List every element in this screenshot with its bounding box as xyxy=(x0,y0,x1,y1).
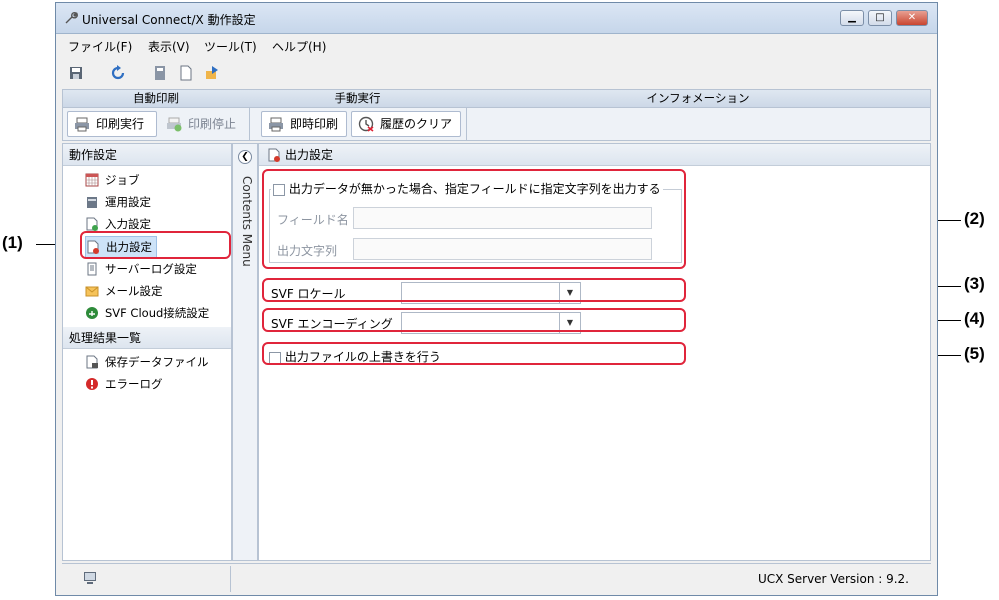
title-bar: Universal Connect/X 動作設定 ▁ □ ✕ xyxy=(56,3,937,34)
sidebar-item-label: 保存データファイル xyxy=(105,355,209,369)
sidebar-section-results[interactable]: 処理結果一覧 xyxy=(63,327,231,349)
document-input-icon xyxy=(86,217,98,231)
sidebar-item-label: メール設定 xyxy=(105,284,163,298)
printer-stop-icon xyxy=(167,117,182,132)
content-title: 出力設定 xyxy=(285,148,334,162)
collapse-icon[interactable]: ❮ xyxy=(238,150,252,164)
print-run-label: 印刷実行 xyxy=(96,117,145,131)
highlight-box-1 xyxy=(80,231,231,259)
sidebar-item-label: 入力設定 xyxy=(105,217,151,231)
sidebar-item-label: エラーログ xyxy=(105,377,163,391)
clear-history-button[interactable]: 履歴のクリア xyxy=(351,111,461,137)
maximize-button[interactable]: □ xyxy=(868,10,892,26)
print-stop-button[interactable]: 印刷停止 xyxy=(159,111,245,137)
mail-icon xyxy=(85,286,99,297)
server-version-text: UCX Server Version : 9.2. xyxy=(757,572,909,586)
highlight-box-4 xyxy=(262,308,686,332)
sidebar-item-svf-cloud[interactable]: SVF Cloud接続設定 xyxy=(85,303,209,323)
document-output-icon xyxy=(268,148,280,162)
contents-menu-strip[interactable]: ❮ Contents Menu xyxy=(232,143,258,561)
sidebar-section-settings[interactable]: 動作設定 xyxy=(63,144,231,166)
error-icon xyxy=(86,378,98,390)
refresh-icon[interactable] xyxy=(110,65,126,81)
ribbon-group-manual: 手動実行 即時印刷 履歴のクリア xyxy=(249,90,467,140)
callout-2: (2) xyxy=(964,209,985,228)
clear-history-label: 履歴のクリア xyxy=(380,117,453,131)
printer-icon xyxy=(75,117,89,132)
close-button[interactable]: ✕ xyxy=(896,10,928,26)
calculator-icon[interactable] xyxy=(152,65,168,81)
ribbon: 自動印刷 印刷実行 印刷停止 手動実行 即時印刷 履歴のクリア インフォメーショ… xyxy=(62,89,931,141)
window-title: Universal Connect/X 動作設定 xyxy=(82,13,256,27)
highlight-box-2 xyxy=(262,169,686,269)
menu-view[interactable]: 表示(V) xyxy=(148,38,190,55)
sidebar-item-operation[interactable]: 運用設定 xyxy=(85,192,151,212)
minimize-button[interactable]: ▁ xyxy=(840,10,864,26)
sidebar-item-saved-data[interactable]: 保存データファイル xyxy=(85,352,209,372)
sidebar-item-error-log[interactable]: エラーログ xyxy=(85,374,163,394)
callout-1: (1) xyxy=(2,233,23,252)
menu-help[interactable]: ヘルプ(H) xyxy=(272,38,326,55)
print-stop-label: 印刷停止 xyxy=(188,117,237,131)
log-document-icon xyxy=(87,262,97,276)
contents-menu-label: Contents Menu xyxy=(240,176,254,267)
ribbon-group-header: 手動実行 xyxy=(249,90,466,108)
content-header: 出力設定 xyxy=(259,144,930,166)
immediate-print-label: 即時印刷 xyxy=(290,117,339,131)
calendar-grid-icon xyxy=(85,173,99,187)
document-icon[interactable] xyxy=(178,65,194,81)
callout-4: (4) xyxy=(964,309,985,328)
sidebar-item-label: 運用設定 xyxy=(105,195,151,209)
ribbon-group-header: 自動印刷 xyxy=(63,90,249,108)
ribbon-group-auto-print: 自動印刷 印刷実行 印刷停止 xyxy=(63,90,250,140)
clock-clear-icon xyxy=(358,116,374,132)
save-icon[interactable] xyxy=(68,65,84,81)
import-icon[interactable] xyxy=(204,65,220,81)
sidebar-item-label: SVF Cloud接続設定 xyxy=(105,306,210,320)
printer-icon xyxy=(269,117,283,132)
sidebar: 動作設定 ジョブ 運用設定 入力設定 出力設定 サーバーログ設定 メール設定 S… xyxy=(62,143,232,561)
computer-icon xyxy=(84,572,96,584)
menu-bar: ファイル(F) 表示(V) ツール(T) ヘルプ(H) xyxy=(56,34,937,56)
sidebar-item-job[interactable]: ジョブ xyxy=(85,170,140,190)
highlight-box-3 xyxy=(262,278,686,302)
document-lock-icon xyxy=(86,355,98,369)
menu-file[interactable]: ファイル(F) xyxy=(68,38,132,55)
sidebar-item-mail[interactable]: メール設定 xyxy=(85,281,163,301)
immediate-print-button[interactable]: 即時印刷 xyxy=(261,111,347,137)
status-bar: UCX Server Version : 9.2. xyxy=(62,563,931,594)
cloud-connect-icon xyxy=(86,307,98,319)
server-icon xyxy=(87,197,97,208)
sidebar-item-server-log[interactable]: サーバーログ設定 xyxy=(85,259,197,279)
highlight-box-5 xyxy=(262,342,686,365)
toolbar xyxy=(56,58,937,88)
callout-3: (3) xyxy=(964,274,985,293)
print-run-button[interactable]: 印刷実行 xyxy=(67,111,157,137)
sidebar-item-label: ジョブ xyxy=(105,173,140,187)
menu-tools[interactable]: ツール(T) xyxy=(204,38,257,55)
status-separator xyxy=(230,566,231,592)
sidebar-item-label: サーバーログ設定 xyxy=(105,262,197,276)
wrench-icon xyxy=(65,12,78,24)
callout-5: (5) xyxy=(964,344,985,363)
ribbon-group-header: インフォメーション xyxy=(466,90,930,108)
ribbon-group-info: インフォメーション xyxy=(466,90,930,140)
